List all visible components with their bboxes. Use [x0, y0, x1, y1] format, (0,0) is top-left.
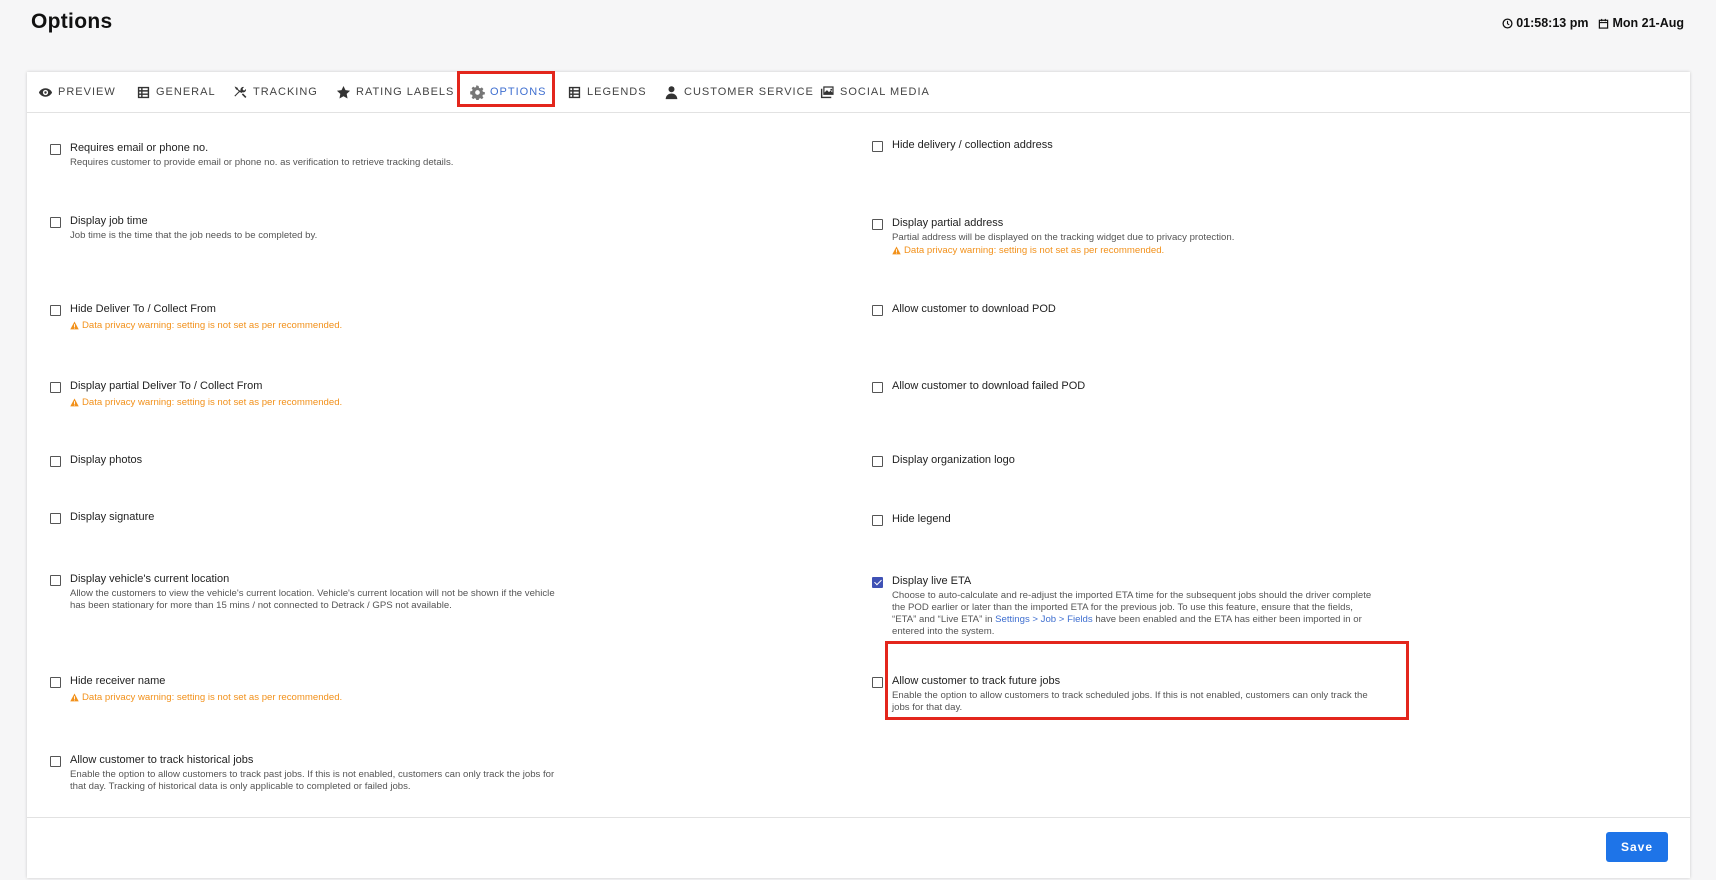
option-label: Requires email or phone no.	[70, 142, 209, 154]
privacy-warning: Data privacy warning: setting is not set…	[70, 692, 342, 703]
option-label: Hide receiver name	[70, 675, 166, 687]
checkbox-track-future-jobs[interactable]	[872, 677, 883, 688]
topbar-info: 01:58:13 pm Mon 21-Aug	[1502, 16, 1684, 30]
tools-icon	[234, 86, 247, 98]
option-label: Display partial Deliver To / Collect Fro…	[70, 380, 263, 392]
option-label: Display live ETA	[892, 575, 972, 587]
checkbox-display-vehicle-location[interactable]	[50, 575, 61, 586]
checkbox-display-partial-deliver-to[interactable]	[50, 382, 61, 393]
checkbox-display-live-eta[interactable]	[872, 577, 883, 588]
option-label: Allow customer to track future jobs	[892, 675, 1061, 687]
option-description: Job time is the time that the job needs …	[70, 230, 318, 241]
calendar-icon	[1599, 18, 1609, 29]
checkbox-display-organization-logo[interactable]	[872, 456, 883, 467]
star-icon	[336, 85, 351, 98]
checkbox-hide-delivery-address[interactable]	[872, 141, 883, 152]
tab-social-media[interactable]: SOCIAL MEDIA	[820, 72, 930, 112]
images-icon	[820, 85, 834, 98]
tab-legends[interactable]: LEGENDS	[567, 72, 647, 112]
option-label: Allow customer to download failed POD	[892, 380, 1086, 392]
tab-preview[interactable]: PREVIEW	[38, 72, 116, 112]
checkbox-download-failed-pod[interactable]	[872, 382, 883, 393]
warning-icon	[70, 693, 79, 702]
checkbox-display-signature[interactable]	[50, 513, 61, 524]
save-button[interactable]: Save	[1606, 832, 1668, 862]
options-card: PREVIEW GENERAL TRACKING RATING LABELS O…	[27, 71, 1690, 878]
option-description: Enable the option to allow customers to …	[892, 690, 1368, 713]
option-label: Display job time	[70, 215, 148, 227]
privacy-warning: Data privacy warning: setting is not set…	[70, 397, 342, 408]
tab-options[interactable]: OPTIONS	[470, 72, 547, 112]
option-description: Partial address will be displayed on the…	[892, 232, 1235, 243]
eye-icon	[38, 87, 53, 97]
checkbox-display-photos[interactable]	[50, 456, 61, 467]
warning-icon	[892, 246, 901, 255]
option-label: Allow customer to download POD	[892, 303, 1056, 315]
option-label: Display signature	[70, 511, 155, 523]
checkbox-requires-email-phone[interactable]	[50, 144, 61, 155]
tab-rating-labels[interactable]: RATING LABELS	[336, 72, 454, 112]
privacy-warning: Data privacy warning: setting is not set…	[70, 320, 342, 331]
warning-icon	[70, 398, 79, 407]
warning-icon	[70, 321, 79, 330]
checkbox-display-partial-address[interactable]	[872, 219, 883, 230]
person-icon	[665, 85, 678, 99]
checkbox-track-historical-jobs[interactable]	[50, 756, 61, 767]
checkbox-display-job-time[interactable]	[50, 217, 61, 228]
gear-icon	[470, 84, 485, 100]
checkbox-hide-legend[interactable]	[872, 515, 883, 526]
option-description: Enable the option to allow customers to …	[70, 769, 555, 792]
current-date: Mon 21-Aug	[1612, 16, 1684, 30]
settings-job-fields-link[interactable]: Settings > Job > Fields	[995, 614, 1093, 625]
option-description: Allow the customers to view the vehicle'…	[70, 588, 555, 611]
option-label: Display partial address	[892, 217, 1004, 229]
tab-tracking[interactable]: TRACKING	[233, 72, 318, 112]
checkbox-hide-deliver-to[interactable]	[50, 305, 61, 316]
tab-customer-service[interactable]: CUSTOMER SERVICE	[664, 72, 814, 112]
footer-divider	[27, 817, 1690, 818]
checkbox-download-pod[interactable]	[872, 305, 883, 316]
option-label: Hide Deliver To / Collect From	[70, 303, 216, 315]
current-time: 01:58:13 pm	[1516, 16, 1589, 30]
option-label: Hide delivery / collection address	[892, 139, 1053, 151]
option-label: Display photos	[70, 454, 143, 466]
privacy-warning: Data privacy warning: setting is not set…	[892, 245, 1164, 256]
clock-icon	[1502, 17, 1513, 29]
page-title: Options	[31, 10, 113, 33]
option-label: Display vehicle's current location	[70, 573, 230, 585]
option-description: Requires customer to provide email or ph…	[70, 157, 454, 168]
option-description: Choose to auto-calculate and re-adjust t…	[892, 590, 1372, 637]
list-icon	[568, 86, 581, 98]
option-label: Allow customer to track historical jobs	[70, 754, 254, 766]
checkbox-hide-receiver-name[interactable]	[50, 677, 61, 688]
option-label: Display organization logo	[892, 454, 1015, 466]
tab-general[interactable]: GENERAL	[136, 72, 216, 112]
list-icon	[137, 86, 150, 98]
option-label: Hide legend	[892, 513, 951, 525]
tab-bar: PREVIEW GENERAL TRACKING RATING LABELS O…	[27, 72, 1690, 113]
